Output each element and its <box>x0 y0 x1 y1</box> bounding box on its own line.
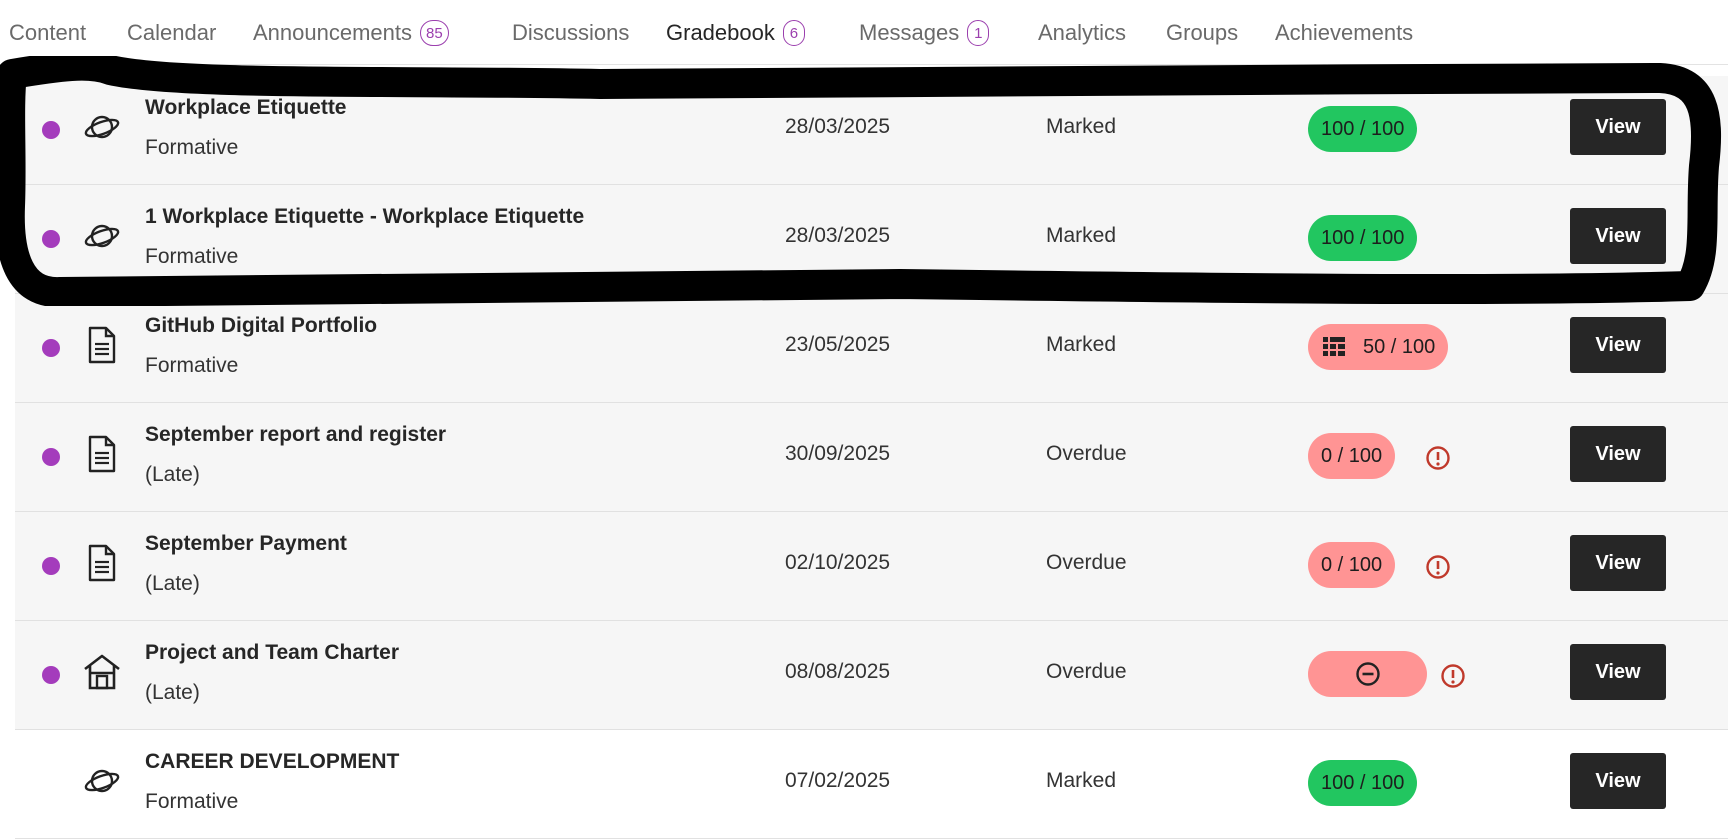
grade-value: 100 / 100 <box>1321 771 1405 794</box>
grade-pill: 0 / 100 <box>1308 542 1396 588</box>
messages-count-badge: 1 <box>967 20 990 46</box>
warning-icon <box>1441 664 1465 688</box>
due-date: 02/10/2025 <box>785 551 891 574</box>
list-item[interactable]: 1 Workplace Etiquette - Workplace Etique… <box>15 185 1728 294</box>
tab-label: Content <box>9 20 87 45</box>
grade-pill: 100 / 100 <box>1308 760 1418 806</box>
item-status: Overdue <box>1046 660 1127 683</box>
view-button[interactable]: View <box>1570 317 1666 373</box>
tab-gradebook[interactable]: Gradebook 6 <box>666 16 805 50</box>
tab-analytics[interactable]: Analytics <box>1038 16 1126 50</box>
home-icon <box>84 654 120 690</box>
item-status: Overdue <box>1046 442 1127 465</box>
unread-dot <box>42 230 60 248</box>
planet-icon <box>84 224 120 248</box>
grade-pill: 0 / 100 <box>1308 433 1396 479</box>
tab-label: Announcements <box>253 20 412 45</box>
unread-dot <box>42 557 60 575</box>
rubric-icon <box>1323 337 1345 356</box>
item-type: (Late) <box>145 681 200 704</box>
grade-value: 0 / 100 <box>1321 553 1383 576</box>
gradebook-list: Workplace Etiquette Formative 28/03/2025… <box>15 76 1728 839</box>
view-button[interactable]: View <box>1570 535 1666 591</box>
item-title[interactable]: September report and register <box>145 423 446 447</box>
unread-dot <box>42 448 60 466</box>
tab-announcements[interactable]: Announcements 85 <box>253 16 449 50</box>
item-title[interactable]: 1 Workplace Etiquette - Workplace Etique… <box>145 205 584 229</box>
view-button[interactable]: View <box>1570 208 1666 264</box>
list-item[interactable]: GitHub Digital Portfolio Formative 23/05… <box>15 294 1728 403</box>
warning-icon <box>1426 555 1450 579</box>
document-icon <box>88 435 116 473</box>
view-button[interactable]: View <box>1570 644 1666 700</box>
list-item[interactable]: Workplace Etiquette Formative 28/03/2025… <box>15 76 1728 185</box>
tab-label: Messages <box>859 20 960 45</box>
unread-dot <box>42 339 60 357</box>
tab-achievements[interactable]: Achievements <box>1275 16 1413 50</box>
due-date: 08/08/2025 <box>785 660 891 683</box>
tab-calendar[interactable]: Calendar <box>127 16 216 50</box>
list-item[interactable]: September Payment (Late) 02/10/2025 Over… <box>15 512 1728 621</box>
item-status: Marked <box>1046 769 1117 792</box>
item-type: Formative <box>145 790 239 813</box>
planet-icon <box>84 769 120 793</box>
item-status: Marked <box>1046 115 1117 138</box>
item-status: Overdue <box>1046 551 1127 574</box>
grade-value: 0 / 100 <box>1321 444 1383 467</box>
grade-pill: 100 / 100 <box>1308 215 1418 261</box>
item-status: Marked <box>1046 333 1117 356</box>
tab-groups[interactable]: Groups <box>1166 16 1238 50</box>
item-type: Formative <box>145 354 239 377</box>
item-title[interactable]: September Payment <box>145 532 347 556</box>
item-type: Formative <box>145 245 239 268</box>
announcements-count-badge: 85 <box>420 20 449 46</box>
no-grade-icon <box>1355 662 1380 686</box>
item-status: Marked <box>1046 224 1117 247</box>
view-button[interactable]: View <box>1570 753 1666 809</box>
document-icon <box>88 326 116 364</box>
item-title[interactable]: CAREER DEVELOPMENT <box>145 750 399 774</box>
tab-label: Groups <box>1166 20 1239 45</box>
tab-label: Achievements <box>1275 20 1414 45</box>
grade-value: 100 / 100 <box>1321 226 1405 249</box>
list-item[interactable]: September report and register (Late) 30/… <box>15 403 1728 512</box>
grade-pill: 50 / 100 <box>1308 324 1449 370</box>
item-title[interactable]: Project and Team Charter <box>145 641 399 665</box>
gradebook-count-badge: 6 <box>782 20 805 46</box>
grade-value: 50 / 100 <box>1363 335 1436 358</box>
grade-pill: 100 / 100 <box>1308 106 1418 152</box>
list-item[interactable]: Project and Team Charter (Late) 08/08/20… <box>15 621 1728 730</box>
unread-dot <box>42 666 60 684</box>
view-button[interactable]: View <box>1570 99 1666 155</box>
tab-label: Gradebook <box>666 20 775 45</box>
planet-icon <box>84 115 120 139</box>
list-item[interactable]: CAREER DEVELOPMENT Formative 07/02/2025 … <box>15 730 1728 839</box>
tab-label: Calendar <box>127 20 217 45</box>
tab-content[interactable]: Content <box>9 16 86 50</box>
grade-pill <box>1308 651 1427 697</box>
due-date: 28/03/2025 <box>785 224 891 247</box>
due-date: 23/05/2025 <box>785 333 891 356</box>
due-date: 28/03/2025 <box>785 115 891 138</box>
tab-label: Discussions <box>512 20 630 45</box>
grade-value: 100 / 100 <box>1321 117 1405 140</box>
due-date: 30/09/2025 <box>785 442 891 465</box>
tab-messages[interactable]: Messages 1 <box>859 16 990 50</box>
item-title[interactable]: Workplace Etiquette <box>145 96 347 120</box>
due-date: 07/02/2025 <box>785 769 891 792</box>
warning-icon <box>1426 446 1450 470</box>
unread-dot <box>42 121 60 139</box>
item-type: Formative <box>145 136 239 159</box>
course-nav: Content Calendar Announcements 85 Discus… <box>0 0 1728 65</box>
item-title[interactable]: GitHub Digital Portfolio <box>145 314 377 338</box>
tab-label: Analytics <box>1038 20 1127 45</box>
item-type: (Late) <box>145 463 200 486</box>
item-type: (Late) <box>145 572 200 595</box>
view-button[interactable]: View <box>1570 426 1666 482</box>
tab-discussions[interactable]: Discussions <box>512 16 629 50</box>
document-icon <box>88 544 116 582</box>
